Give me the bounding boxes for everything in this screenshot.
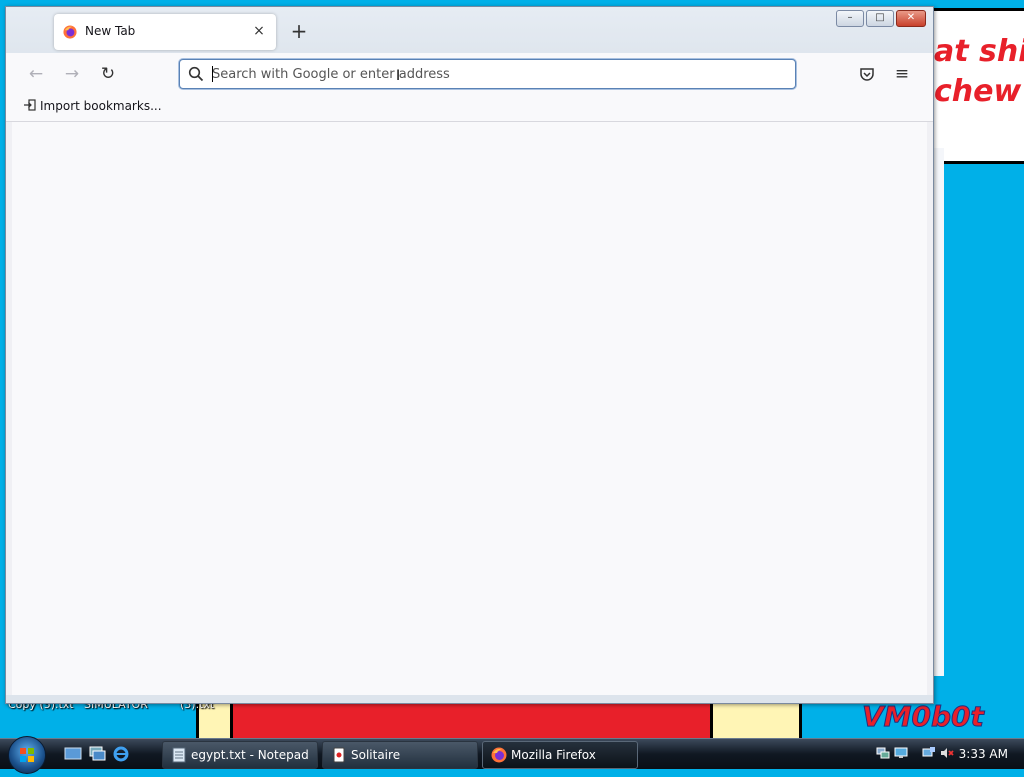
page-content[interactable] bbox=[12, 122, 927, 695]
forward-button[interactable]: → bbox=[60, 62, 84, 86]
menu-button[interactable]: ≡ bbox=[890, 62, 914, 86]
taskbar-item-label: Mozilla Firefox bbox=[511, 748, 596, 762]
taskbar-item-firefox[interactable]: Mozilla Firefox bbox=[482, 741, 638, 769]
firefox-icon bbox=[491, 747, 507, 763]
show-desktop-icon[interactable] bbox=[64, 745, 82, 763]
background-window-edge bbox=[933, 148, 944, 676]
search-icon bbox=[188, 66, 204, 82]
import-bookmarks-label: Import bookmarks... bbox=[40, 99, 162, 113]
system-tray: 3:33 AM bbox=[866, 741, 1024, 767]
firefox-icon bbox=[63, 25, 77, 39]
close-window-button[interactable]: ✕ bbox=[896, 10, 926, 27]
network-status-icon[interactable] bbox=[922, 746, 936, 760]
text-caret bbox=[212, 66, 213, 82]
internet-explorer-icon[interactable] bbox=[112, 745, 130, 763]
back-button[interactable]: ← bbox=[24, 62, 48, 86]
clock[interactable]: 3:33 AM bbox=[959, 747, 1008, 761]
firefox-window: New Tab × + – □ ✕ ← → ↻ ≡ I bbox=[5, 6, 934, 704]
url-input[interactable] bbox=[212, 64, 782, 84]
taskbar: egypt.txt - Notepad Solitaire Mozilla Fi… bbox=[0, 736, 1024, 774]
tab-strip: New Tab × + – □ ✕ bbox=[6, 7, 933, 53]
notepad-icon bbox=[172, 747, 186, 763]
taskbar-item-label: egypt.txt - Notepad bbox=[191, 748, 309, 762]
display-icon[interactable] bbox=[894, 746, 908, 760]
maximize-button[interactable]: □ bbox=[866, 10, 894, 27]
volume-muted-icon[interactable] bbox=[940, 746, 954, 760]
import-bookmarks-button[interactable]: Import bookmarks... bbox=[24, 99, 162, 113]
navigation-toolbar: ← → ↻ ≡ bbox=[6, 53, 933, 93]
wallpaper-red-shape bbox=[230, 700, 713, 742]
new-tab-button[interactable]: + bbox=[288, 20, 310, 42]
start-button[interactable] bbox=[8, 736, 46, 774]
network-icon[interactable] bbox=[876, 746, 890, 760]
reload-button[interactable]: ↻ bbox=[96, 62, 120, 86]
switch-windows-icon[interactable] bbox=[88, 745, 106, 763]
taskbar-item-label: Solitaire bbox=[351, 748, 401, 762]
wallpaper-text-line2: chew bbox=[934, 74, 1022, 109]
tab-new-tab[interactable]: New Tab × bbox=[54, 14, 276, 50]
window-frame-bottom bbox=[6, 695, 933, 703]
import-icon bbox=[24, 99, 36, 111]
close-tab-icon[interactable]: × bbox=[250, 22, 268, 40]
url-bar[interactable] bbox=[179, 59, 796, 89]
tab-title: New Tab bbox=[85, 24, 136, 38]
text-cursor-icon: I bbox=[396, 68, 401, 84]
wallpaper-text-line1: at shit bbox=[934, 34, 1024, 69]
taskbar-item-notepad[interactable]: egypt.txt - Notepad bbox=[162, 741, 318, 769]
bookmarks-toolbar: Import bookmarks... bbox=[6, 93, 933, 122]
wallpaper-shape bbox=[710, 700, 802, 743]
taskbar-item-solitaire[interactable]: Solitaire bbox=[322, 741, 478, 769]
pocket-icon[interactable] bbox=[859, 66, 875, 82]
wallpaper-signature: VM0b0t bbox=[862, 700, 985, 734]
solitaire-icon bbox=[333, 747, 345, 763]
minimize-button[interactable]: – bbox=[836, 10, 864, 27]
